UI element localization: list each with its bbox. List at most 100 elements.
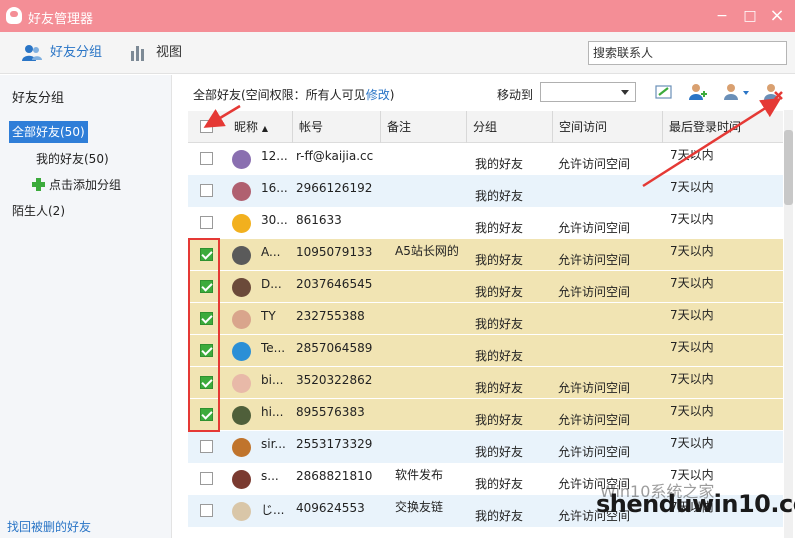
scrollbar-thumb[interactable] [784, 130, 793, 205]
nickname-cell: じ... [261, 503, 285, 517]
group-cell: 我的好友 [475, 189, 524, 203]
toolbar: 好友分组 视图 搜索联系人 [0, 32, 795, 74]
last-login-cell: 7天以内 [670, 372, 714, 386]
group-cell: 我的好友 [475, 317, 524, 331]
space-permission-info: 全部好友(空间权限：所有人可见修改) [193, 86, 394, 103]
column-header-note[interactable]: 备注 [380, 111, 466, 143]
table-row[interactable]: sir... 2553173329 我的好友 允许访问空间 7天以内 [188, 431, 783, 463]
last-login-cell: 7天以内 [670, 244, 714, 258]
column-header-group[interactable]: 分组 [466, 111, 552, 143]
nickname-cell: 30... [261, 213, 288, 227]
move-friend-icon[interactable] [723, 82, 751, 102]
view-label: 视图 [156, 45, 183, 60]
row-checkbox[interactable] [200, 472, 213, 485]
title-bar: 好友管理器 − □ × [0, 0, 795, 32]
account-cell: 2966126192 [296, 181, 373, 195]
modify-link[interactable]: 修改 [366, 88, 390, 102]
view-tab[interactable]: 视图 [130, 43, 182, 65]
add-group-label: 点击添加分组 [49, 178, 122, 192]
select-all-checkbox[interactable] [200, 120, 213, 133]
account-cell: 861633 [296, 213, 342, 227]
nickname-cell: 12... [261, 149, 288, 163]
table-row[interactable]: A... 1095079133 A5站长网的 我的好友 允许访问空间 7天以内 [188, 239, 783, 271]
last-login-cell: 7天以内 [670, 308, 714, 322]
last-login-cell: 7天以内 [670, 212, 714, 226]
checked-rows-highlight [188, 238, 220, 432]
minimize-button[interactable]: − [712, 6, 732, 26]
avatar [232, 406, 251, 425]
column-label: 昵称 [234, 120, 259, 134]
close-button[interactable]: × [767, 6, 787, 26]
nickname-cell: 16... [261, 181, 288, 195]
account-cell: r-ff@kaijia.cc [296, 149, 374, 163]
nickname-cell: bi... [261, 373, 284, 387]
row-checkbox[interactable] [200, 440, 213, 453]
last-login-cell: 7天以内 [670, 180, 714, 194]
space-access-cell: 允许访问空间 [558, 285, 631, 299]
delete-friend-icon[interactable] [763, 82, 783, 102]
avatar [232, 342, 251, 361]
search-input[interactable]: 搜索联系人 [588, 41, 787, 65]
edit-note-icon[interactable] [654, 82, 674, 102]
move-to-label: 移动到 [497, 88, 534, 102]
table-row[interactable]: TY 232755388 我的好友 7天以内 [188, 303, 783, 335]
avatar [232, 470, 251, 489]
last-login-cell: 7天以内 [670, 340, 714, 354]
info-suffix: ) [389, 88, 395, 102]
group-cell: 我的好友 [475, 381, 524, 395]
group-cell: 我的好友 [475, 221, 524, 235]
plus-icon [32, 178, 45, 191]
bar-chart-icon [131, 45, 144, 61]
note-cell: 交换友链 [395, 500, 444, 514]
space-access-cell: 允许访问空间 [558, 445, 631, 459]
avatar [232, 214, 251, 233]
friends-icon [22, 44, 42, 61]
table-row[interactable]: 30... 861633 我的好友 允许访问空间 7天以内 [188, 207, 783, 239]
nickname-cell: A... [261, 245, 281, 259]
account-cell: 2553173329 [296, 437, 373, 451]
main-panel: 全部好友(空间权限：所有人可见修改) 移动到 昵称 ▲ 帐号 备注 分组 空间访… [173, 75, 795, 538]
row-checkbox[interactable] [200, 216, 213, 229]
account-cell: 2857064589 [296, 341, 373, 355]
sidebar-item-strangers[interactable]: 陌生人(2) [12, 202, 65, 219]
note-cell: 软件发布 [395, 468, 444, 482]
space-access-cell: 允许访问空间 [558, 157, 631, 171]
nickname-cell: s... [261, 469, 279, 483]
table-row[interactable]: 12... r-ff@kaijia.cc 我的好友 允许访问空间 7天以内 [188, 143, 783, 175]
sort-asc-icon: ▲ [261, 124, 268, 133]
row-checkbox[interactable] [200, 152, 213, 165]
sidebar-item-all-friends[interactable]: 全部好友(50) [9, 121, 88, 143]
table-row[interactable]: Te... 2857064589 我的好友 7天以内 [188, 335, 783, 367]
avatar [232, 182, 251, 201]
table-header: 昵称 ▲ 帐号 备注 分组 空间访问 最后登录时间 [188, 111, 783, 143]
row-checkbox[interactable] [200, 184, 213, 197]
column-header-last-login[interactable]: 最后登录时间 [662, 111, 774, 143]
avatar [232, 278, 251, 297]
account-cell: 409624553 [296, 501, 365, 515]
add-friend-icon[interactable] [688, 82, 708, 102]
column-header-nickname[interactable]: 昵称 ▲ [228, 111, 292, 143]
table-row[interactable]: bi... 3520322862 我的好友 允许访问空间 7天以内 [188, 367, 783, 399]
avatar [232, 310, 251, 329]
maximize-button[interactable]: □ [740, 6, 760, 26]
last-login-cell: 7天以内 [670, 404, 714, 418]
account-cell: 2868821810 [296, 469, 373, 483]
scrollbar[interactable] [784, 110, 793, 538]
column-header-space-access[interactable]: 空间访问 [552, 111, 662, 143]
table-row[interactable]: hi... 895576383 我的好友 允许访问空间 7天以内 [188, 399, 783, 431]
column-header-account[interactable]: 帐号 [292, 111, 380, 143]
account-cell: 895576383 [296, 405, 365, 419]
group-cell: 我的好友 [475, 349, 524, 363]
add-group-button[interactable]: 点击添加分组 [32, 176, 121, 193]
table-row[interactable]: D... 2037646545 我的好友 允许访问空间 7天以内 [188, 271, 783, 303]
friend-groups-tab[interactable]: 好友分组 [22, 43, 102, 65]
friend-groups-label: 好友分组 [50, 45, 103, 60]
recover-deleted-friends-link[interactable]: 找回被删的好友 [7, 518, 91, 535]
move-to-select[interactable] [540, 82, 636, 102]
sidebar-item-my-friends[interactable]: 我的好友(50) [36, 150, 109, 167]
qq-logo-icon [6, 7, 22, 24]
space-access-cell: 允许访问空间 [558, 253, 631, 267]
table-row[interactable]: 16... 2966126192 我的好友 7天以内 [188, 175, 783, 207]
row-checkbox[interactable] [200, 504, 213, 517]
avatar [232, 374, 251, 393]
